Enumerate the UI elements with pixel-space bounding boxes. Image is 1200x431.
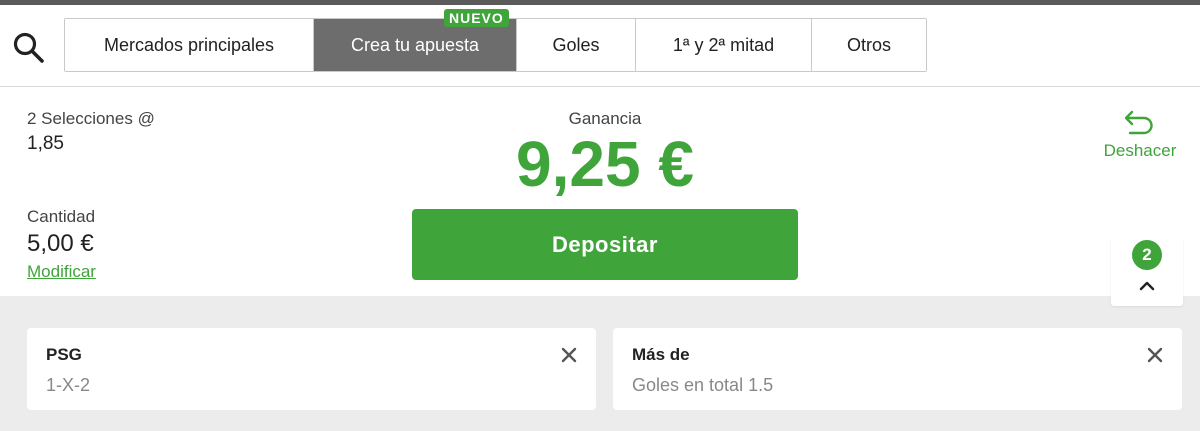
modify-amount-link[interactable]: Modificar (27, 262, 96, 282)
market-header: Mercados principales NUEVO Crea tu apues… (0, 5, 1200, 87)
search-button[interactable] (10, 29, 48, 67)
tab-label: Crea tu apuesta (350, 34, 480, 55)
search-icon (13, 32, 44, 63)
selection-count-badge: 2 (1132, 240, 1162, 270)
gain-label: Ganancia (568, 109, 642, 128)
undo-label: Deshacer (1103, 141, 1177, 160)
selection-market: Goles en total 1.5 (632, 375, 774, 395)
gain-value: 9,25 € (516, 128, 694, 200)
tab-label: 1ª y 2ª mitad (672, 34, 775, 55)
betslip-toggle[interactable]: 2 (1111, 238, 1183, 306)
selection-market: 1-X-2 (46, 375, 91, 395)
selections-label: 2 Selecciones @ (27, 109, 155, 128)
tab-label: Mercados principales (103, 34, 275, 55)
amount-value: 5,00 € (27, 230, 94, 257)
remove-selection-button[interactable] (558, 344, 580, 366)
selection-card: Más de Goles en total 1.5 (613, 328, 1182, 410)
remove-selection-button[interactable] (1144, 344, 1166, 366)
undo-arrow-icon (1124, 110, 1153, 135)
deposit-button[interactable]: Depositar (412, 209, 798, 280)
tab-primera-segunda-mitad[interactable]: 1ª y 2ª mitad (636, 19, 812, 71)
tab-crea-tu-apuesta[interactable]: NUEVO Crea tu apuesta (314, 9, 517, 71)
chevron-up-icon (1139, 281, 1155, 291)
selection-title: PSG (46, 345, 82, 364)
selection-title: Más de (632, 345, 690, 364)
bet-summary: 2 Selecciones @ 1,85 Cantidad 5,00 € Mod… (0, 87, 1200, 296)
close-icon (561, 347, 577, 363)
close-icon (1147, 347, 1163, 363)
undo-button[interactable]: Deshacer (1090, 109, 1190, 161)
tab-label: Goles (552, 34, 600, 55)
tab-label: Otros (846, 34, 891, 55)
amount-label: Cantidad (27, 207, 96, 226)
tab-mercados-principales[interactable]: Mercados principales (65, 19, 314, 71)
tab-otros[interactable]: Otros (812, 19, 926, 71)
total-odds: 1,85 (27, 133, 64, 154)
market-tabs: Mercados principales NUEVO Crea tu apues… (64, 9, 927, 72)
selection-card: PSG 1-X-2 (27, 328, 596, 410)
tab-goles[interactable]: Goles (517, 19, 636, 71)
new-badge: NUEVO (444, 9, 509, 27)
